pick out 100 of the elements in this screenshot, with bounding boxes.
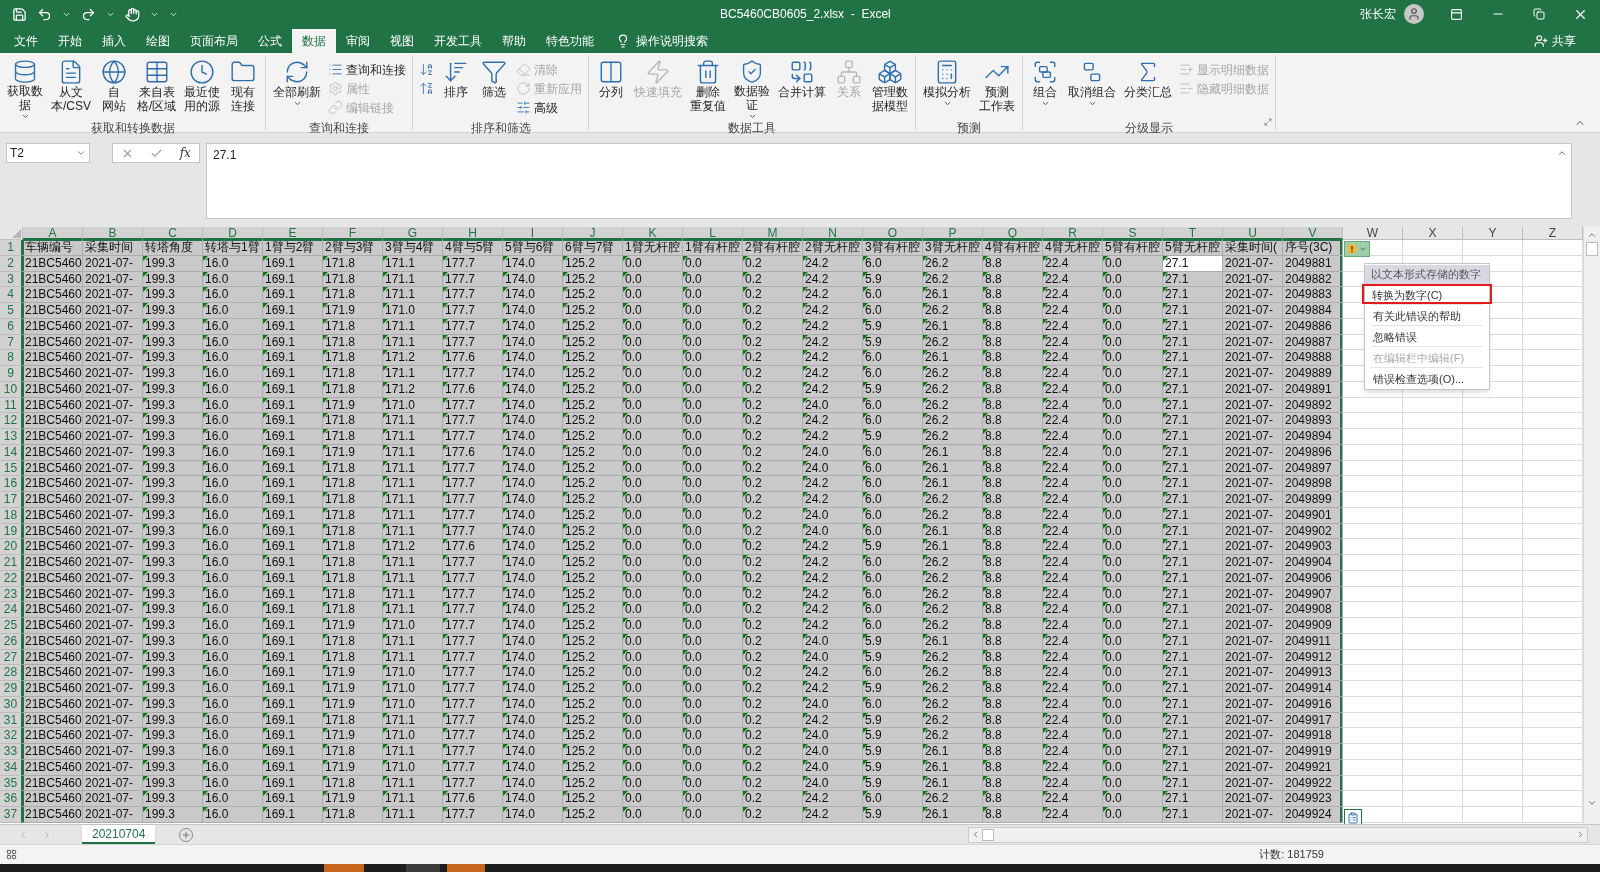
dropdown-caret-icon[interactable] xyxy=(76,148,86,158)
ribbon-display-icon[interactable] xyxy=(1450,7,1463,21)
row-header[interactable]: 37 xyxy=(0,807,23,823)
row-header[interactable]: 29 xyxy=(0,681,23,697)
menu-item[interactable]: 转换为数字(C) xyxy=(1362,284,1492,304)
ribbon-tab[interactable]: 公式 xyxy=(248,29,292,53)
ribbon-small-button[interactable]: 查询和连接 xyxy=(326,60,409,79)
ribbon-tab[interactable]: 绘图 xyxy=(136,29,180,53)
column-header[interactable]: O xyxy=(863,227,923,240)
ribbon-tab[interactable]: 帮助 xyxy=(492,29,536,53)
row-header[interactable]: 25 xyxy=(0,618,23,634)
ribbon-tab[interactable]: 视图 xyxy=(380,29,424,53)
scroll-down-icon[interactable] xyxy=(1587,798,1597,808)
ribbon-button[interactable]: 模拟分析 xyxy=(920,57,975,121)
ribbon-small-button[interactable]: 高级 xyxy=(514,98,585,117)
ribbon-button[interactable]: 合并计算 xyxy=(775,57,830,121)
collapse-formula-bar-icon[interactable] xyxy=(1557,148,1567,158)
row-header[interactable]: 20 xyxy=(0,539,23,555)
ribbon-tab[interactable]: 文件 xyxy=(4,29,48,53)
row-header[interactable]: 33 xyxy=(0,744,23,760)
formula-input[interactable]: 27.1 xyxy=(206,143,1572,219)
row-header[interactable]: 24 xyxy=(0,602,23,618)
ribbon-button[interactable]: 删除 重复值 xyxy=(687,57,730,121)
row-header[interactable]: 17 xyxy=(0,492,23,508)
scroll-right-icon[interactable] xyxy=(1576,830,1585,839)
row-header[interactable]: 13 xyxy=(0,429,23,445)
column-header[interactable]: C xyxy=(143,227,203,240)
dialog-launcher-icon[interactable] xyxy=(1264,118,1273,126)
ribbon-button[interactable]: 筛选 xyxy=(476,57,513,121)
column-header[interactable]: L xyxy=(683,227,743,240)
scroll-left-icon[interactable] xyxy=(971,830,980,839)
ribbon-button[interactable]: 组合 xyxy=(1027,57,1064,121)
row-header[interactable]: 21 xyxy=(0,555,23,571)
column-header[interactable]: Y xyxy=(1463,227,1523,240)
ribbon-tab[interactable]: 插入 xyxy=(92,29,136,53)
vertical-scrollbar[interactable] xyxy=(1583,227,1600,824)
ribbon-tab[interactable]: 审阅 xyxy=(336,29,380,53)
column-header[interactable]: W xyxy=(1343,227,1403,240)
column-header[interactable]: M xyxy=(743,227,803,240)
column-header[interactable]: B xyxy=(83,227,143,240)
ribbon-tab[interactable]: 开始 xyxy=(48,29,92,53)
column-header[interactable]: J xyxy=(563,227,623,240)
save-icon[interactable] xyxy=(12,6,27,22)
ribbon-button[interactable]: 全部刷新 xyxy=(270,57,325,121)
insert-function-icon[interactable]: fx xyxy=(179,144,191,162)
ribbon-tab[interactable]: 页面布局 xyxy=(180,29,248,53)
ribbon-button[interactable]: 从文 本/CSV xyxy=(48,57,94,121)
menu-item[interactable]: 错误检查选项(O)... xyxy=(1365,368,1489,388)
row-header[interactable]: 8 xyxy=(0,350,23,366)
column-header[interactable]: F xyxy=(323,227,383,240)
row-header[interactable]: 16 xyxy=(0,476,23,492)
ribbon-button[interactable]: 分列 xyxy=(593,57,630,121)
column-header[interactable]: T xyxy=(1163,227,1223,240)
redo-icon[interactable] xyxy=(81,6,96,22)
ribbon-button[interactable]: 取消组合 xyxy=(1065,57,1120,121)
restore-icon[interactable] xyxy=(1533,8,1545,20)
column-header[interactable]: X xyxy=(1403,227,1463,240)
ribbon-button[interactable]: 现有 连接 xyxy=(225,57,262,121)
quick-analysis-icon[interactable] xyxy=(1344,809,1362,824)
share-button[interactable]: 共享 xyxy=(1534,29,1576,53)
name-box[interactable]: T2 xyxy=(6,143,90,163)
row-header[interactable]: 32 xyxy=(0,728,23,744)
scroll-thumb[interactable] xyxy=(1586,242,1598,256)
ribbon-button[interactable]: 获取数 据 xyxy=(4,57,46,121)
scroll-thumb[interactable] xyxy=(982,828,994,841)
column-header[interactable]: K xyxy=(623,227,683,240)
undo-icon[interactable] xyxy=(37,6,52,22)
horizontal-scrollbar[interactable] xyxy=(968,826,1588,843)
ribbon-tab[interactable]: 特色功能 xyxy=(536,29,604,53)
sheet-tab[interactable]: 20210704 xyxy=(82,825,156,844)
column-header[interactable]: A xyxy=(23,227,83,240)
row-header[interactable]: 36 xyxy=(0,791,23,807)
ribbon-button[interactable]: 预测 工作表 xyxy=(976,57,1019,121)
menu-item[interactable]: 有关此错误的帮助 xyxy=(1365,305,1489,325)
column-header[interactable]: Z xyxy=(1523,227,1583,240)
avatar-icon[interactable] xyxy=(1404,4,1424,24)
column-header[interactable]: V xyxy=(1283,227,1343,240)
ribbon-button[interactable]: 最近使 用的源 xyxy=(181,57,224,121)
column-header[interactable]: U xyxy=(1223,227,1283,240)
scroll-up-icon[interactable] xyxy=(1587,230,1597,240)
ribbon-button[interactable]: 来自表 格/区域 xyxy=(134,57,180,121)
tell-me-search[interactable]: 操作说明搜索 xyxy=(636,32,708,50)
column-header[interactable]: H xyxy=(443,227,503,240)
column-header[interactable]: N xyxy=(803,227,863,240)
column-header[interactable]: I xyxy=(503,227,563,240)
column-header[interactable]: G xyxy=(383,227,443,240)
ribbon-button[interactable]: 排序 xyxy=(438,57,475,121)
column-header[interactable]: R xyxy=(1043,227,1103,240)
error-options-button[interactable] xyxy=(1344,241,1370,257)
ribbon-tab[interactable]: 数据 xyxy=(292,29,336,53)
column-header[interactable]: S xyxy=(1103,227,1163,240)
column-header[interactable]: E xyxy=(263,227,323,240)
row-header[interactable]: 1 xyxy=(0,240,23,256)
ribbon-button[interactable]: 数据验 证 xyxy=(731,57,774,121)
ribbon-button[interactable]: 管理数 据模型 xyxy=(869,57,912,121)
row-header[interactable]: 9 xyxy=(0,366,23,382)
row-header[interactable]: 5 xyxy=(0,303,23,319)
menu-item[interactable]: 忽略错误 xyxy=(1365,326,1489,346)
column-header[interactable]: P xyxy=(923,227,983,240)
row-header[interactable]: 12 xyxy=(0,413,23,429)
